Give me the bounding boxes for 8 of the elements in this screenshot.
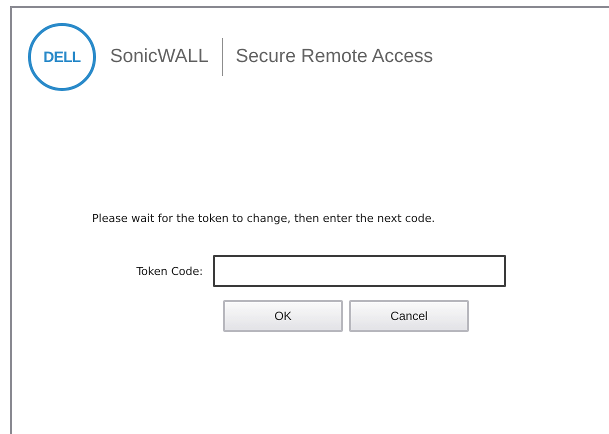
ok-button[interactable]: OK <box>223 300 343 332</box>
field-label: Token Code: <box>135 264 204 278</box>
product-name: Secure Remote Access <box>236 46 434 68</box>
token-code-field[interactable] <box>213 255 506 287</box>
brand-name: SonicWALL <box>110 46 209 68</box>
cancel-button[interactable]: Cancel <box>349 300 469 332</box>
logo: DELL <box>28 23 96 91</box>
instruction-text: Please wait for the token to change, then enter the next code. <box>92 211 436 227</box>
